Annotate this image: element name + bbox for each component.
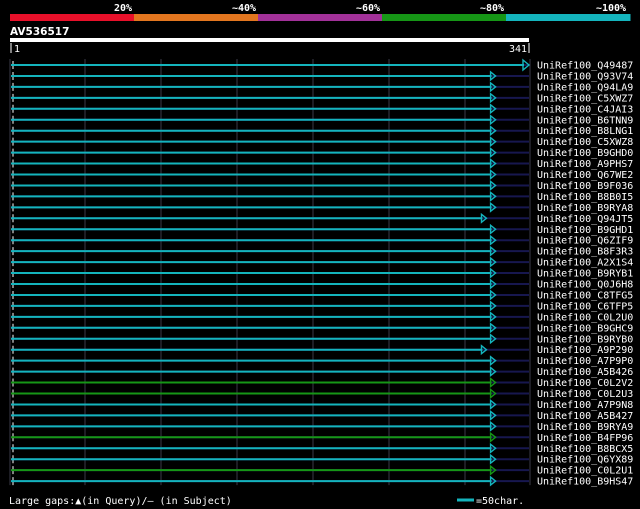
alignment-overview-chart: 20% ~40% ~60% ~80% ~100% AV536517 1 341 … <box>0 0 640 509</box>
identity-scale-block-5 <box>506 14 631 21</box>
hit-label[interactable]: UniRef100_A2X1S4 <box>537 258 633 269</box>
hit-label[interactable]: UniRef100_B8B0I5 <box>537 192 633 203</box>
hit-label[interactable]: UniRef100_B9RYB0 <box>537 334 633 345</box>
identity-scale-block-1 <box>10 14 135 21</box>
identity-scale-block-2 <box>134 14 259 21</box>
hit-label[interactable]: UniRef100_A9PHS7 <box>537 159 633 170</box>
hit-label[interactable]: UniRef100_B9HS47 <box>537 477 633 488</box>
hit-label[interactable]: UniRef100_B8BCX5 <box>537 444 633 455</box>
hit-label[interactable]: UniRef100_B9RYB1 <box>537 269 633 280</box>
scale-label-80: ~80% <box>480 3 504 14</box>
scale-label-20: 20% <box>114 3 132 14</box>
hit-label[interactable]: UniRef100_C8TFG5 <box>537 290 633 301</box>
hit-label[interactable]: UniRef100_B9RYA9 <box>537 422 633 433</box>
identity-scale-block-3 <box>258 14 383 21</box>
hit-label[interactable]: UniRef100_Q49487 <box>537 61 633 72</box>
hit-label[interactable]: UniRef100_Q93V74 <box>537 71 633 82</box>
large-gaps-label: Large gaps:▲(in Query)/– (in Subject) <box>9 496 232 507</box>
hit-label[interactable]: UniRef100_A7P9P0 <box>537 356 633 367</box>
hit-label[interactable]: UniRef100_B9GHC9 <box>537 323 633 334</box>
hit-label[interactable]: UniRef100_B9F036 <box>537 181 633 192</box>
hit-label[interactable]: UniRef100_C0L2U0 <box>537 312 633 323</box>
hit-label[interactable]: UniRef100_C0L2U3 <box>537 389 633 400</box>
scale-label-100: ~100% <box>596 3 626 14</box>
query-end-label: 341 <box>509 44 527 55</box>
hit-label[interactable]: UniRef100_A5B427 <box>537 411 633 422</box>
hit-label[interactable]: UniRef100_B8F3R3 <box>537 247 633 258</box>
hit-label[interactable]: UniRef100_A9P290 <box>537 345 633 356</box>
hit-label[interactable]: UniRef100_B4FP96 <box>537 433 633 444</box>
subject-gap-text: (in Subject) <box>154 496 232 507</box>
hit-label[interactable]: UniRef100_B8LNG1 <box>537 126 633 137</box>
query-id: AV536517 <box>10 26 69 38</box>
hit-label[interactable]: UniRef100_C4JAI3 <box>537 104 633 115</box>
hit-label[interactable]: UniRef100_Q6YX89 <box>537 455 633 466</box>
hit-label[interactable]: UniRef100_C5XWZ7 <box>537 93 633 104</box>
hit-label[interactable]: UniRef100_C5XWZ8 <box>537 137 633 148</box>
scale-sample-label: =50char. <box>476 496 524 507</box>
hit-label[interactable]: UniRef100_B6TNN9 <box>537 115 633 126</box>
hit-label[interactable]: UniRef100_B9GHD1 <box>537 225 633 236</box>
hit-label[interactable]: UniRef100_B9GHD0 <box>537 148 633 159</box>
hit-label[interactable]: UniRef100_Q6ZIF9 <box>537 236 633 247</box>
hit-label[interactable]: UniRef100_Q67WE2 <box>537 170 633 181</box>
hit-label[interactable]: UniRef100_Q94JT5 <box>537 214 633 225</box>
scale-label-60: ~60% <box>356 3 380 14</box>
hit-label[interactable]: UniRef100_B9RYA8 <box>537 203 633 214</box>
scale-label-40: ~40% <box>232 3 256 14</box>
hit-label[interactable]: UniRef100_C0L2V2 <box>537 378 633 389</box>
gaps-title: Large gaps: <box>9 496 75 507</box>
identity-scale-block-4 <box>382 14 507 21</box>
query-gap-text: (in Query)/ <box>81 496 147 507</box>
hit-label[interactable]: UniRef100_A5B426 <box>537 367 633 378</box>
hit-label[interactable]: UniRef100_A7P9N8 <box>537 400 633 411</box>
hit-label[interactable]: UniRef100_Q94LA9 <box>537 82 633 93</box>
query-start-label: 1 <box>14 44 20 55</box>
hit-label[interactable]: UniRef100_C0L2U1 <box>537 466 633 477</box>
query-bar <box>10 38 529 42</box>
hit-label[interactable]: UniRef100_C6TFP5 <box>537 301 633 312</box>
identity-color-scale <box>10 14 631 21</box>
hit-label[interactable]: UniRef100_Q0J6H8 <box>537 280 633 291</box>
